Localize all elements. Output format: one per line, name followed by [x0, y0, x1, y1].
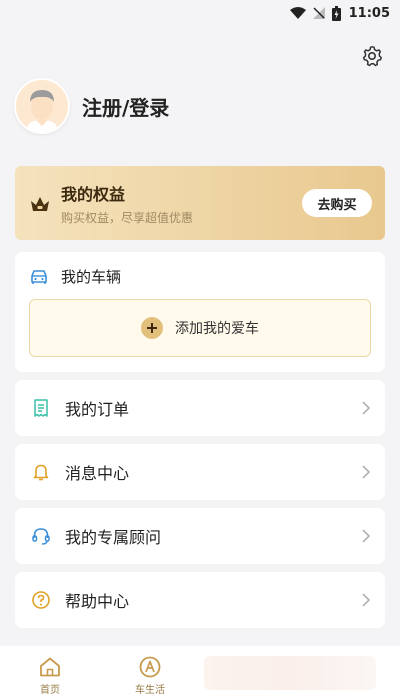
blurred-overlay [204, 656, 376, 690]
help-icon [32, 591, 50, 609]
vehicles-title: 我的车辆 [61, 268, 122, 286]
tab-label: 车生活 [135, 685, 165, 696]
chevron-right-icon [362, 593, 371, 607]
menu-item-help[interactable]: 帮助中心 [15, 572, 385, 628]
bell-icon [33, 464, 49, 481]
receipt-icon [34, 399, 48, 417]
register-login-link[interactable]: 注册/登录 [82, 92, 169, 121]
wifi-icon [289, 7, 306, 19]
home-icon [40, 657, 60, 677]
bottom-tab-bar: 首页 车生活 [0, 646, 400, 700]
status-bar: 11:05 [0, 0, 400, 26]
settings-gear-icon[interactable] [360, 44, 384, 68]
status-icons [289, 5, 341, 21]
menu-item-advisor[interactable]: 我的专属顾问 [15, 508, 385, 564]
car-life-icon [139, 656, 161, 678]
add-car-button[interactable]: 添加我的爱车 [29, 299, 371, 357]
rights-banner[interactable]: 我的权益 购买权益，尽享超值优惠 去购买 [15, 166, 385, 240]
chevron-right-icon [362, 529, 371, 543]
menu-item-label: 我的订单 [65, 400, 130, 419]
vehicles-card: 我的车辆 添加我的爱车 [15, 252, 385, 372]
menu-item-label: 帮助中心 [65, 592, 130, 611]
top-bar [0, 26, 400, 86]
no-signal-icon [312, 7, 325, 19]
vehicles-header: 我的车辆 [29, 266, 371, 287]
headset-icon [32, 528, 50, 545]
buy-button[interactable]: 去购买 [302, 189, 372, 217]
chevron-right-icon [362, 465, 371, 479]
tab-label: 首页 [40, 685, 60, 696]
menu-item-orders[interactable]: 我的订单 [15, 380, 385, 436]
battery-charging-icon [331, 5, 341, 21]
avatar[interactable] [14, 78, 70, 134]
menu-item-label: 消息中心 [65, 464, 130, 483]
user-avatar-icon [16, 80, 68, 132]
menu-item-label: 我的专属顾问 [65, 528, 162, 547]
plus-icon [141, 317, 163, 339]
menu-item-messages[interactable]: 消息中心 [15, 444, 385, 500]
add-car-label: 添加我的爱车 [175, 321, 259, 337]
crown-icon [31, 197, 49, 211]
tab-home[interactable]: 首页 [0, 646, 100, 700]
status-time: 11:05 [348, 5, 390, 21]
tab-bar-placeholder [200, 646, 400, 700]
rights-subtitle: 购买权益，尽享超值优惠 [61, 210, 194, 225]
tab-car-life[interactable]: 车生活 [100, 646, 200, 700]
car-icon [31, 269, 47, 284]
rights-text: 我的权益 购买权益，尽享超值优惠 [61, 181, 193, 226]
chevron-right-icon [362, 401, 371, 415]
rights-title: 我的权益 [61, 184, 126, 204]
